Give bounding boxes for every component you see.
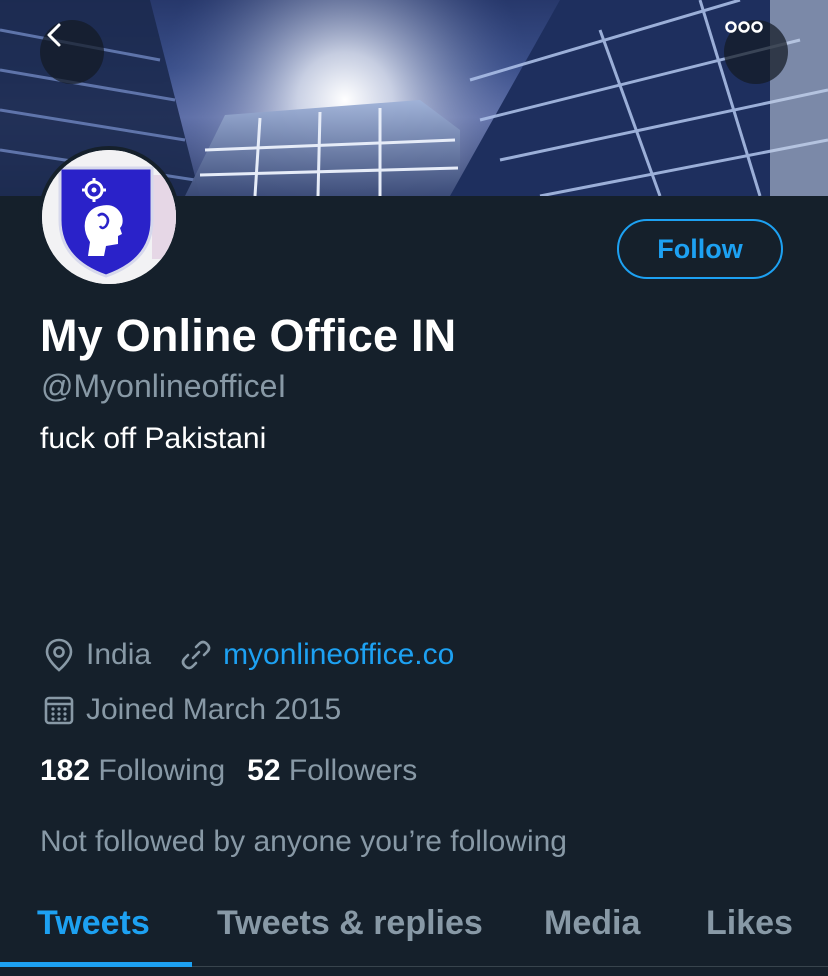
more-icon (725, 21, 763, 33)
active-tab-indicator (0, 962, 192, 967)
profile-bio: fuck off Pakistani (40, 422, 267, 455)
more-options-button[interactable] (724, 20, 788, 84)
followers-count: 52 (247, 754, 281, 787)
following-label: Following (98, 754, 226, 787)
tab-media[interactable]: Media (544, 904, 640, 943)
shield-logo-icon (42, 150, 176, 284)
following-count: 182 (40, 754, 91, 787)
following-stat[interactable]: 182 Following (40, 754, 225, 788)
follow-button[interactable]: Follow (617, 219, 783, 279)
followers-label: Followers (288, 754, 418, 787)
profile-tabs: Tweets Tweets & replies Media Likes (0, 890, 828, 976)
follow-stats: 182 Following 52 Followers (40, 754, 439, 788)
back-button[interactable] (40, 20, 104, 84)
profile-meta-location-website: India myonlineoffice.co (40, 636, 454, 674)
website-link[interactable]: myonlineoffice.co (223, 638, 454, 672)
tab-tweets[interactable]: Tweets (37, 904, 150, 943)
followers-stat[interactable]: 52 Followers (247, 754, 417, 788)
profile-meta-joined: Joined March 2015 (40, 691, 341, 729)
display-name: My Online Office IN (40, 310, 457, 361)
avatar-image (42, 150, 176, 284)
not-followed-notice: Not followed by anyone you’re following (40, 825, 567, 858)
chevron-left-icon (47, 23, 61, 47)
profile-avatar[interactable] (38, 146, 180, 288)
location-pin-icon (40, 636, 78, 674)
link-icon (177, 636, 215, 674)
user-handle: @MyonlineofficeI (41, 368, 287, 404)
tab-tweets-replies[interactable]: Tweets & replies (217, 904, 483, 943)
location-text: India (86, 638, 152, 671)
calendar-icon (40, 691, 78, 729)
joined-date: Joined March 2015 (86, 693, 342, 726)
tab-likes[interactable]: Likes (706, 904, 793, 943)
